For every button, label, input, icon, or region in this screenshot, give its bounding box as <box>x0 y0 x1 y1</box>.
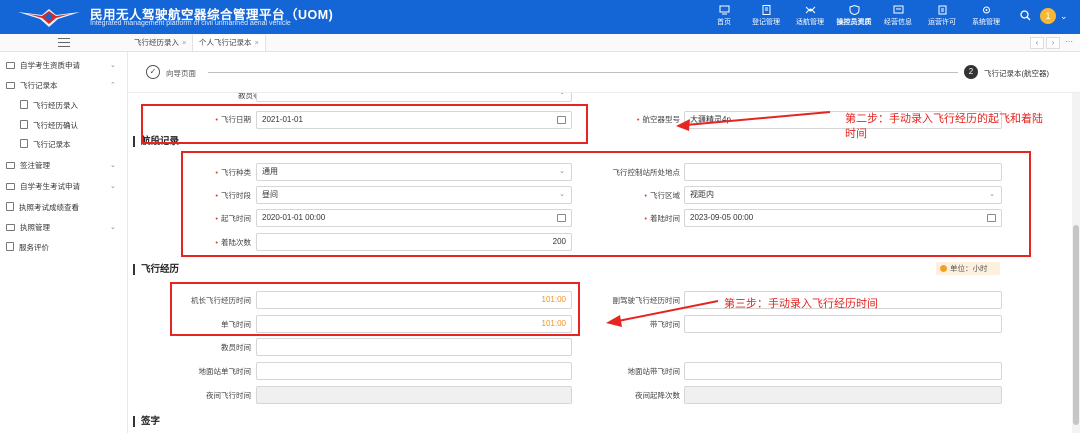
annotation-arrows <box>606 111 831 327</box>
annotation-arrowhead <box>676 119 690 131</box>
annotation-arrow <box>617 300 719 322</box>
annotation-arrowhead <box>606 315 622 327</box>
annotation-arrow <box>685 111 831 126</box>
annotation-step3: 第三步：手动录入飞行经历时间 <box>724 298 878 310</box>
scrollbar-thumb[interactable] <box>1073 225 1079 425</box>
annotation-step2: 第二步：手动录入飞行经历的起飞和着陆时间 <box>845 113 1043 140</box>
